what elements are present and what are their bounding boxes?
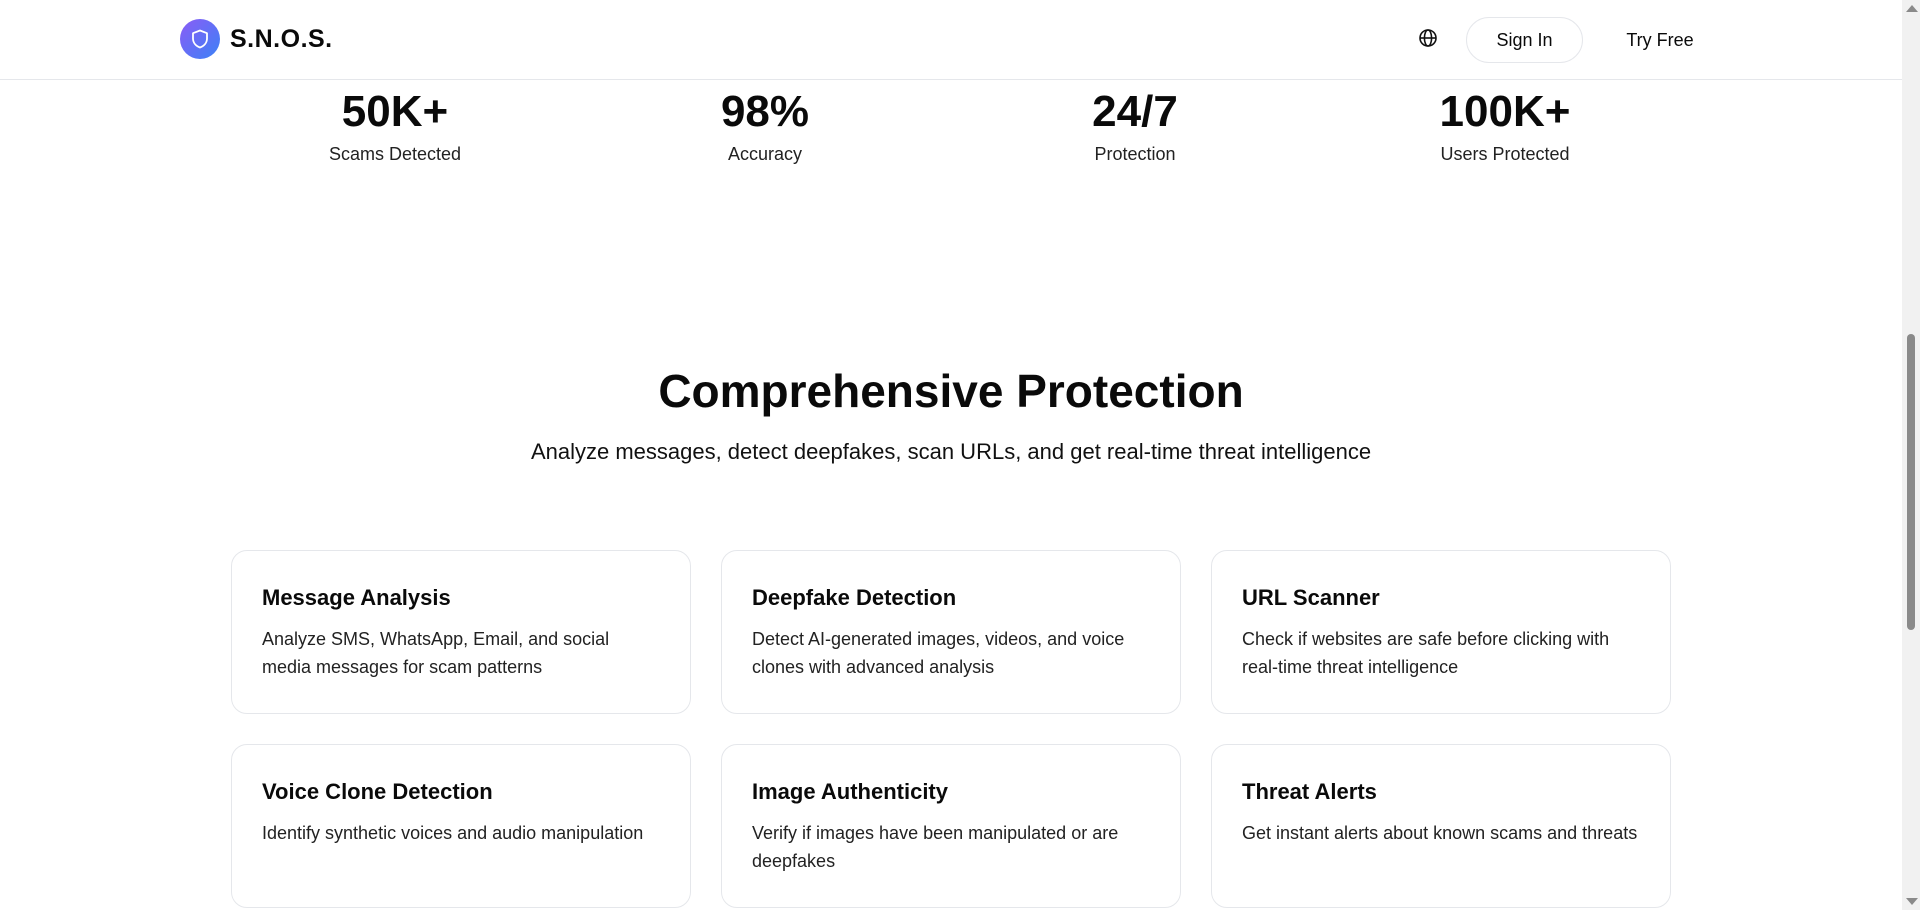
stat-protection: 24/7 Protection — [1005, 80, 1265, 165]
section-subtitle: Analyze messages, detect deepfakes, scan… — [530, 439, 1372, 464]
language-button[interactable] — [1413, 25, 1443, 55]
sign-in-button[interactable]: Sign In — [1466, 17, 1583, 63]
site-header: S.N.O.S. Sign In Try Free — [0, 0, 1902, 80]
brand-name: S.N.O.S. — [230, 24, 333, 53]
stat-label: Accuracy — [727, 144, 803, 164]
scroll-up-arrow-icon[interactable] — [1906, 5, 1918, 12]
globe-icon — [1418, 28, 1438, 53]
stat-scams-detected: 50K+ Scams Detected — [265, 80, 525, 165]
feature-description: Check if websites are safe before clicki… — [1242, 629, 1610, 677]
stat-label: Protection — [1094, 144, 1176, 164]
feature-card-url-scanner[interactable]: URL Scanner Check if websites are safe b… — [1211, 550, 1671, 714]
try-free-button[interactable]: Try Free — [1610, 17, 1710, 63]
scroll-down-arrow-icon[interactable] — [1906, 898, 1918, 905]
stats-row: 50K+ Scams Detected 98% Accuracy 24/7 Pr… — [0, 80, 1902, 180]
feature-title: Message Analysis — [262, 585, 451, 610]
scroll-thumb[interactable] — [1907, 334, 1915, 630]
feature-title: URL Scanner — [1242, 585, 1380, 610]
stat-users-protected: 100K+ Users Protected — [1375, 80, 1635, 165]
feature-description: Analyze SMS, WhatsApp, Email, and social… — [262, 629, 610, 677]
feature-description: Identify synthetic voices and audio mani… — [262, 823, 644, 843]
feature-title: Threat Alerts — [1242, 779, 1377, 804]
brand[interactable]: S.N.O.S. — [180, 19, 333, 59]
feature-description: Get instant alerts about known scams and… — [1242, 823, 1638, 843]
feature-title: Image Authenticity — [752, 779, 948, 804]
stat-value: 98% — [720, 87, 810, 136]
stat-value: 100K+ — [1439, 87, 1571, 136]
stat-label: Scams Detected — [328, 144, 462, 164]
feature-title: Voice Clone Detection — [262, 779, 493, 804]
page-scrollbar[interactable] — [1902, 0, 1920, 910]
feature-card-message-analysis[interactable]: Message Analysis Analyze SMS, WhatsApp, … — [231, 550, 691, 714]
stat-value: 50K+ — [341, 87, 449, 136]
stat-label: Users Protected — [1440, 144, 1570, 164]
feature-card-deepfake-detection[interactable]: Deepfake Detection Detect AI-generated i… — [721, 550, 1181, 714]
stat-value: 24/7 — [1092, 87, 1178, 136]
stat-accuracy: 98% Accuracy — [635, 80, 895, 165]
feature-card-image-authenticity[interactable]: Image Authenticity Verify if images have… — [721, 744, 1181, 908]
section-title: Comprehensive Protection — [658, 365, 1244, 417]
feature-title: Deepfake Detection — [752, 585, 957, 610]
feature-card-voice-clone-detection[interactable]: Voice Clone Detection Identify synthetic… — [231, 744, 691, 908]
feature-description: Verify if images have been manipulated o… — [752, 823, 1119, 871]
feature-description: Detect AI-generated images, videos, and … — [752, 629, 1125, 677]
feature-card-threat-alerts[interactable]: Threat Alerts Get instant alerts about k… — [1211, 744, 1671, 908]
shield-icon — [180, 19, 220, 59]
